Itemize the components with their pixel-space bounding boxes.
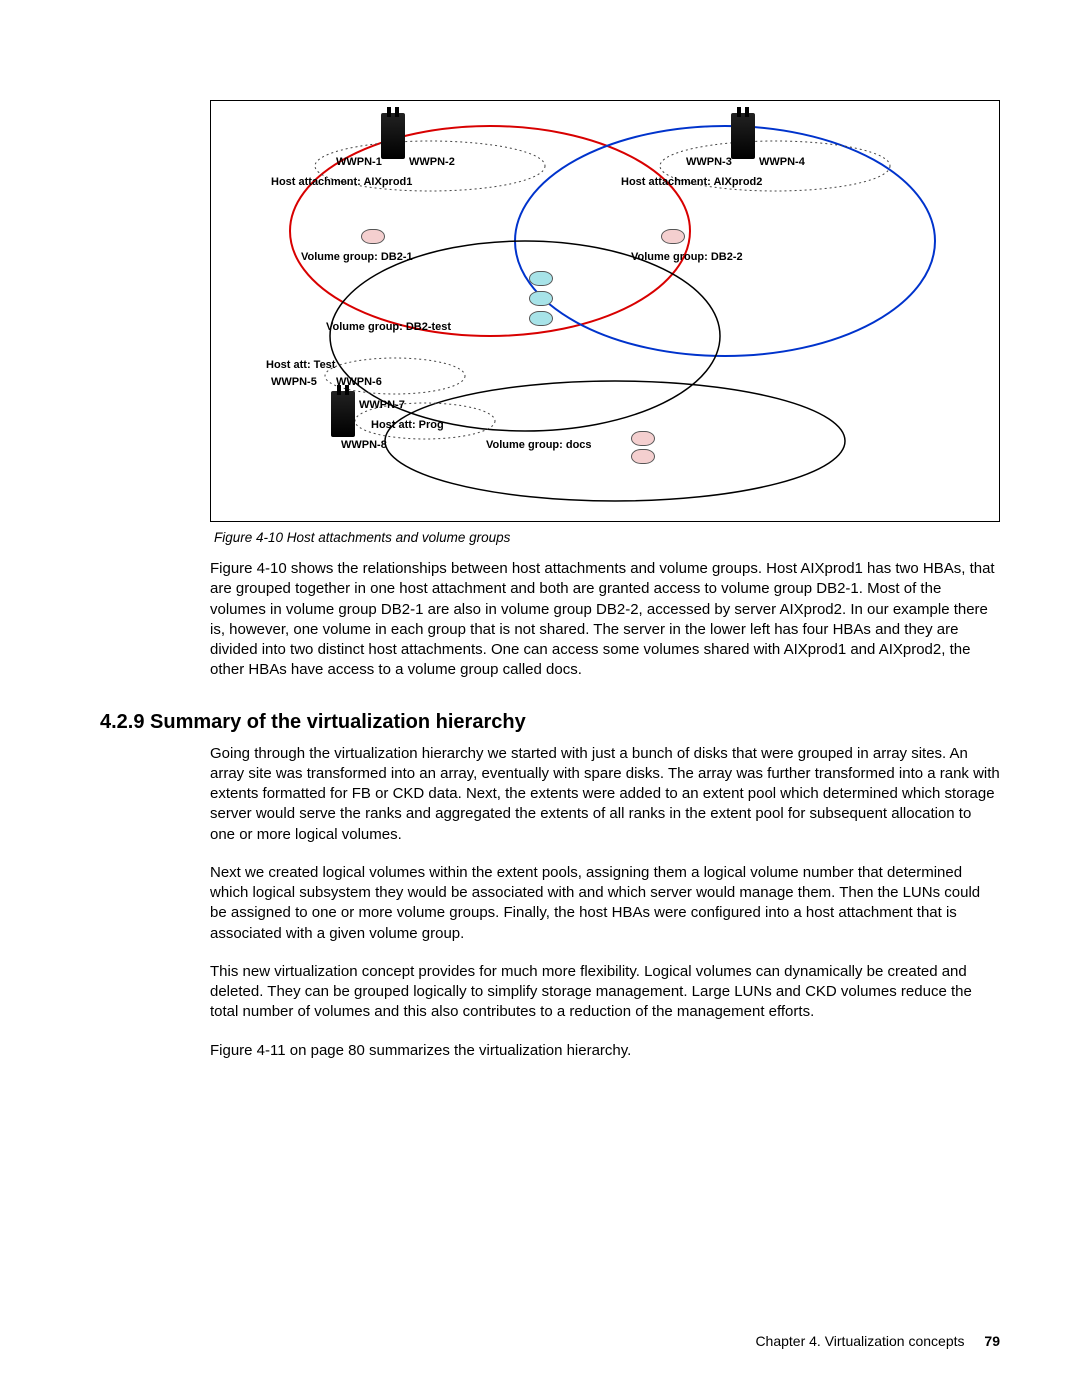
server-lowerleft bbox=[331, 391, 355, 437]
disk-icon bbox=[529, 311, 553, 326]
disk-icon bbox=[631, 431, 655, 446]
disk-icon bbox=[631, 449, 655, 464]
label-host-test: Host att: Test bbox=[266, 359, 335, 371]
diagram-svg bbox=[211, 101, 999, 521]
label-wwpn3: WWPN-3 bbox=[686, 156, 732, 168]
paragraph-1: Figure 4-10 shows the relationships betw… bbox=[210, 559, 1000, 699]
paragraph-2: Going through the virtualization hierarc… bbox=[210, 744, 1000, 863]
disk-icon bbox=[529, 291, 553, 306]
label-vg-db22: Volume group: DB2-2 bbox=[631, 251, 743, 263]
label-wwpn7: WWPN-7 bbox=[359, 399, 405, 411]
disk-icon bbox=[361, 229, 385, 244]
label-vg-db2test: Volume group: DB2-test bbox=[326, 321, 451, 333]
label-wwpn4: WWPN-4 bbox=[759, 156, 805, 168]
section-heading: 4.2.9 Summary of the virtualization hier… bbox=[100, 699, 1000, 744]
label-wwpn1: WWPN-1 bbox=[336, 156, 382, 168]
server-aixprod2 bbox=[731, 113, 755, 159]
figure-diagram: WWPN-1 WWPN-2 WWPN-3 WWPN-4 Host attachm… bbox=[210, 100, 1000, 522]
disk-icon bbox=[529, 271, 553, 286]
paragraph-3: Next we created logical volumes within t… bbox=[210, 863, 1000, 962]
label-host-prog: Host att: Prog bbox=[371, 419, 444, 431]
label-wwpn6: WWPN-6 bbox=[336, 376, 382, 388]
page-footer: Chapter 4. Virtualization concepts 79 bbox=[755, 1333, 1000, 1349]
label-vg-docs: Volume group: docs bbox=[486, 439, 592, 451]
label-wwpn5: WWPN-5 bbox=[271, 376, 317, 388]
label-host-aix1: Host attachment: AIXprod1 bbox=[271, 176, 412, 188]
footer-chapter: Chapter 4. Virtualization concepts bbox=[755, 1333, 964, 1349]
disk-icon bbox=[661, 229, 685, 244]
label-host-aix2: Host attachment: AIXprod2 bbox=[621, 176, 762, 188]
figure-caption: Figure 4-10 Host attachments and volume … bbox=[210, 522, 1000, 559]
paragraph-5: Figure 4-11 on page 80 summarizes the vi… bbox=[210, 1041, 1000, 1079]
paragraph-4: This new virtualization concept provides… bbox=[210, 962, 1000, 1041]
server-aixprod1 bbox=[381, 113, 405, 159]
label-wwpn8: WWPN-8 bbox=[341, 439, 387, 451]
label-wwpn2: WWPN-2 bbox=[409, 156, 455, 168]
label-vg-db21: Volume group: DB2-1 bbox=[301, 251, 413, 263]
page: WWPN-1 WWPN-2 WWPN-3 WWPN-4 Host attachm… bbox=[0, 0, 1080, 1397]
footer-page-number: 79 bbox=[984, 1333, 1000, 1349]
